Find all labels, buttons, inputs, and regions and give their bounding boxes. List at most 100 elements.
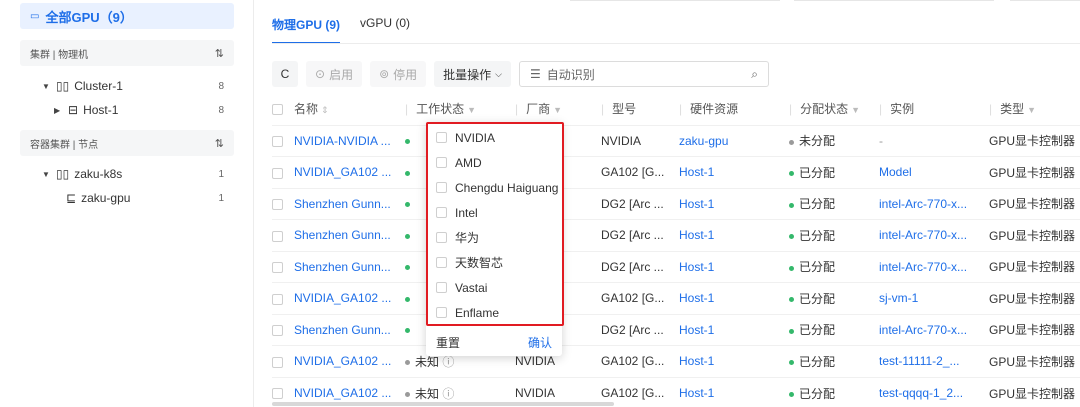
host-icon: ⊟ bbox=[68, 103, 79, 117]
search-icon[interactable]: ⌕ bbox=[751, 67, 758, 82]
gpu-name-link[interactable]: Shenzhen Gunn... bbox=[294, 228, 391, 242]
instance-link[interactable]: intel-Arc-770-x... bbox=[879, 228, 967, 242]
hardware-link[interactable]: Host-1 bbox=[679, 228, 714, 242]
col-type[interactable]: | 类型 ▼ bbox=[989, 92, 1080, 125]
expand-right-icon[interactable]: ▶ bbox=[54, 106, 66, 115]
gpu-name-link[interactable]: Shenzhen Gunn... bbox=[294, 197, 391, 211]
table-row[interactable]: Shenzhen Gunn... DG2 [Arc ... Host-1 已分配… bbox=[272, 313, 1080, 346]
col-name[interactable]: 名称 ⇕ bbox=[294, 92, 405, 125]
vendor-option[interactable]: 天数智芯 bbox=[436, 250, 503, 275]
refresh-button[interactable]: C bbox=[272, 61, 298, 87]
tab-divider bbox=[272, 43, 1080, 44]
search-input[interactable]: ☰ 自动识别 ⌕ bbox=[519, 61, 769, 87]
row-checkbox[interactable] bbox=[272, 167, 283, 179]
all-gpu-item[interactable]: ▭ 全部GPU（9） bbox=[20, 3, 234, 29]
play-circle-icon: ⊙ bbox=[315, 67, 326, 81]
option-checkbox[interactable] bbox=[436, 232, 447, 243]
table-row[interactable]: Shenzhen Gunn... DG2 [Arc ... Host-1 已分配… bbox=[272, 250, 1080, 283]
gpu-table: 名称 ⇕ | 工作状态 ▼ | 厂商 ▼ | 型号 | 硬件资源 | 分配状态 ▼ | 实例 | 类型… bbox=[272, 92, 1080, 407]
filter-icon[interactable]: ▼ bbox=[1027, 105, 1036, 115]
table-row[interactable]: NVIDIA_GA102 ... GA102 [G... Host-1 已分配 … bbox=[272, 156, 1080, 188]
tree-item-host[interactable]: ▶ ⊟ Host-1 8 bbox=[20, 98, 234, 122]
tree-item-k8s[interactable]: ▼ ▯▯ zaku-k8s 1 bbox=[20, 162, 234, 186]
vendor-option[interactable]: Enflame bbox=[436, 300, 499, 325]
table-row[interactable]: Shenzhen Gunn... DG2 [Arc ... Host-1 已分配… bbox=[272, 219, 1080, 251]
option-checkbox[interactable] bbox=[436, 282, 447, 293]
vendor-option[interactable]: NVIDIA bbox=[436, 125, 495, 150]
vendor-option[interactable]: AMD bbox=[436, 150, 482, 175]
gpu-name-link[interactable]: NVIDIA_GA102 ... bbox=[294, 386, 391, 400]
table-row[interactable]: NVIDIA_GA102 ... GA102 [G... Host-1 已分配 … bbox=[272, 282, 1080, 314]
table-row[interactable]: NVIDIA-NVIDIA ... NVIDIA zaku-gpu 未分配 - … bbox=[272, 124, 1080, 157]
table-row[interactable]: NVIDIA_GA102 ... 未知 ⓘ NVIDIA GA102 [G...… bbox=[272, 345, 1080, 377]
tree-item-cluster[interactable]: ▼ ▯▯ Cluster-1 8 bbox=[20, 74, 234, 98]
option-checkbox[interactable] bbox=[436, 207, 447, 218]
row-checkbox[interactable] bbox=[272, 388, 283, 400]
model-cell: GA102 [G... bbox=[601, 156, 679, 188]
batch-actions-button[interactable]: 批量操作 ⌵ bbox=[434, 61, 511, 87]
row-checkbox[interactable] bbox=[272, 325, 283, 337]
gpu-name-link[interactable]: Shenzhen Gunn... bbox=[294, 260, 391, 274]
gpu-name-link[interactable]: NVIDIA-NVIDIA ... bbox=[294, 134, 391, 148]
enable-button[interactable]: ⊙ 启用 bbox=[306, 61, 363, 87]
filter-icon[interactable]: ▼ bbox=[553, 105, 562, 115]
disable-button[interactable]: ⊚ 停用 bbox=[370, 61, 427, 87]
info-icon[interactable]: ⓘ bbox=[442, 387, 454, 401]
row-checkbox[interactable] bbox=[272, 136, 283, 148]
instance-link[interactable]: intel-Arc-770-x... bbox=[879, 197, 967, 211]
hardware-link[interactable]: zaku-gpu bbox=[679, 134, 728, 148]
instance-link[interactable]: intel-Arc-770-x... bbox=[879, 323, 967, 337]
gpu-name-link[interactable]: NVIDIA_GA102 ... bbox=[294, 165, 391, 179]
filter-icon[interactable]: ▼ bbox=[851, 105, 860, 115]
option-checkbox[interactable] bbox=[436, 132, 447, 143]
instance-link[interactable]: Model bbox=[879, 165, 912, 179]
col-vendor[interactable]: | 厂商 ▼ bbox=[515, 92, 601, 125]
vendor-option[interactable]: Vastai bbox=[436, 275, 487, 300]
tree-item-node[interactable]: ⊑ zaku-gpu 1 bbox=[20, 186, 234, 210]
gpu-name-link[interactable]: NVIDIA_GA102 ... bbox=[294, 354, 391, 368]
row-checkbox[interactable] bbox=[272, 199, 283, 211]
instance-link[interactable]: test-11111-2_... bbox=[879, 354, 960, 368]
horizontal-scrollbar[interactable] bbox=[272, 402, 614, 406]
expand-down-icon[interactable]: ▼ bbox=[42, 170, 54, 179]
hardware-link[interactable]: Host-1 bbox=[679, 197, 714, 211]
hardware-link[interactable]: Host-1 bbox=[679, 260, 714, 274]
instance-link[interactable]: sj-vm-1 bbox=[879, 291, 918, 305]
table-row[interactable]: Shenzhen Gunn... DG2 [Arc ... Host-1 已分配… bbox=[272, 187, 1080, 220]
col-status[interactable]: | 工作状态 ▼ bbox=[405, 92, 515, 125]
instance-link[interactable]: - bbox=[879, 134, 883, 148]
row-checkbox[interactable] bbox=[272, 356, 283, 368]
instance-link[interactable]: test-qqqq-1_2... bbox=[879, 386, 963, 400]
tab-vgpu[interactable]: vGPU (0) bbox=[360, 16, 410, 44]
row-checkbox[interactable] bbox=[272, 293, 283, 305]
hardware-link[interactable]: Host-1 bbox=[679, 291, 714, 305]
option-checkbox[interactable] bbox=[436, 257, 447, 268]
info-icon[interactable]: ⓘ bbox=[442, 355, 454, 369]
sort-toggle-icon[interactable]: ⇅ bbox=[215, 137, 224, 150]
sort-icon[interactable]: ⇕ bbox=[321, 105, 329, 115]
hardware-link[interactable]: Host-1 bbox=[679, 165, 714, 179]
vendor-option[interactable]: 华为 bbox=[436, 225, 479, 250]
option-checkbox[interactable] bbox=[436, 182, 447, 193]
hardware-link[interactable]: Host-1 bbox=[679, 354, 714, 368]
expand-down-icon[interactable]: ▼ bbox=[42, 82, 54, 91]
gpu-tabs: 物理GPU (9) vGPU (0) bbox=[272, 16, 410, 44]
reset-button[interactable]: 重置 bbox=[436, 334, 460, 351]
gpu-name-link[interactable]: NVIDIA_GA102 ... bbox=[294, 291, 391, 305]
hardware-link[interactable]: Host-1 bbox=[679, 386, 714, 400]
row-checkbox[interactable] bbox=[272, 262, 283, 274]
option-checkbox[interactable] bbox=[436, 157, 447, 168]
filter-icon[interactable]: ▼ bbox=[467, 105, 476, 115]
vendor-option[interactable]: Intel bbox=[436, 200, 478, 225]
option-checkbox[interactable] bbox=[436, 307, 447, 318]
col-alloc[interactable]: | 分配状态 ▼ bbox=[789, 92, 879, 125]
tab-physical-gpu[interactable]: 物理GPU (9) bbox=[272, 16, 341, 44]
gpu-name-link[interactable]: Shenzhen Gunn... bbox=[294, 323, 391, 337]
confirm-button[interactable]: 确认 bbox=[528, 334, 552, 351]
instance-link[interactable]: intel-Arc-770-x... bbox=[879, 260, 967, 274]
vendor-option[interactable]: Chengdu Haiguang bbox=[436, 175, 558, 200]
select-all-checkbox[interactable] bbox=[272, 103, 283, 115]
row-checkbox[interactable] bbox=[272, 230, 283, 242]
hardware-link[interactable]: Host-1 bbox=[679, 323, 714, 337]
sort-toggle-icon[interactable]: ⇅ bbox=[215, 47, 224, 60]
